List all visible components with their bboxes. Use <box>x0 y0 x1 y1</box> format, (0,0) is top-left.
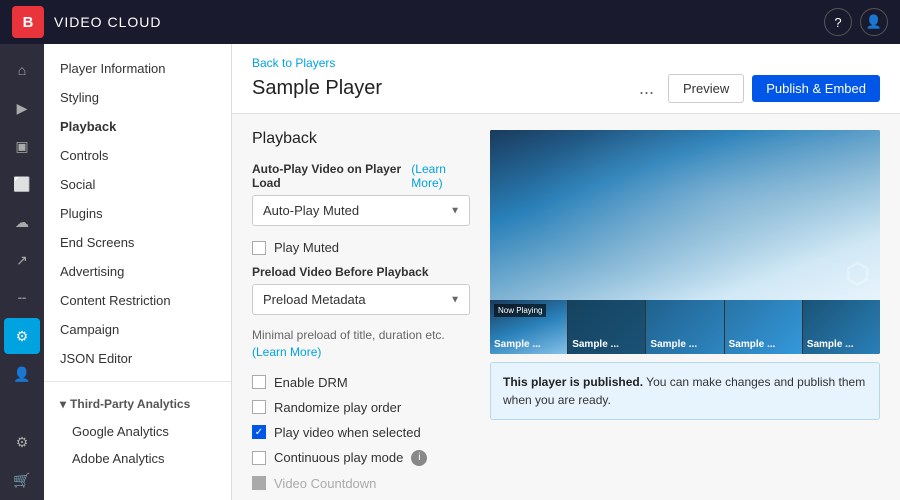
video-overlay <box>490 130 880 300</box>
nav-home-icon[interactable]: ⌂ <box>4 52 40 88</box>
continuous-play-label: Continuous play mode <box>274 450 403 465</box>
thumb-2-label: Sample ... <box>572 339 619 350</box>
sidebar-item-plugins[interactable]: Plugins <box>44 199 231 228</box>
nav-player-icon[interactable]: ⚙ <box>4 318 40 354</box>
thumb-item-5[interactable]: Sample ... <box>803 300 880 354</box>
autoplay-label: Auto-Play Video on Player Load (Learn Mo… <box>252 162 470 190</box>
content-body: Playback Auto-Play Video on Player Load … <box>232 114 900 500</box>
thumb-item-3[interactable]: Sample ... <box>646 300 724 354</box>
randomize-checkbox[interactable] <box>252 400 266 414</box>
published-strong-text: This player is published. <box>503 375 643 389</box>
nav-cart-icon[interactable]: 🛒 <box>4 462 40 498</box>
third-party-analytics-header: ▾ Third-Party Analytics <box>44 390 231 418</box>
sidebar-item-player-information[interactable]: Player Information <box>44 54 231 83</box>
header-actions: ... Preview Publish & Embed <box>633 74 880 103</box>
preload-learn-more-link[interactable]: (Learn More) <box>252 345 321 359</box>
now-playing-badge: Now Playing <box>494 304 546 317</box>
sidebar: Player Information Styling Playback Cont… <box>44 44 232 500</box>
nav-folder-icon[interactable]: ▣ <box>4 128 40 164</box>
randomize-label: Randomize play order <box>274 400 401 415</box>
sidebar-item-playback[interactable]: Playback <box>44 112 231 141</box>
nav-box-icon[interactable]: ⬜ <box>4 166 40 202</box>
thumb-3-label: Sample ... <box>650 339 697 350</box>
brand-logo: B <box>12 6 44 38</box>
continuous-play-info-icon[interactable]: i <box>411 450 427 466</box>
preload-select-wrapper: Preload Metadata Preload Auto Preload No… <box>252 284 470 315</box>
sidebar-item-advertising[interactable]: Advertising <box>44 257 231 286</box>
preload-hint-text: Minimal preload of title, duration etc. … <box>252 327 470 361</box>
autoplay-select-wrapper: Auto-Play Muted Auto-Play Do Not Auto-Pl… <box>252 195 470 226</box>
preload-select[interactable]: Preload Metadata Preload Auto Preload No… <box>252 284 470 315</box>
user-menu-button[interactable]: 👤 <box>860 8 888 36</box>
nav-user-icon[interactable]: 👤 <box>4 356 40 392</box>
video-player-container: ⬡ Now Playing Sample ... Sample ... <box>490 130 880 354</box>
thumb-item-2[interactable]: Sample ... <box>568 300 646 354</box>
autoplay-select[interactable]: Auto-Play Muted Auto-Play Do Not Auto-Pl… <box>252 195 470 226</box>
playback-section-title: Playback <box>252 130 470 148</box>
autoplay-field-group: Auto-Play Video on Player Load (Learn Mo… <box>252 162 470 226</box>
sidebar-item-controls[interactable]: Controls <box>44 141 231 170</box>
content-header: Back to Players Sample Player ... Previe… <box>232 44 900 114</box>
preload-field-group: Preload Video Before Playback Preload Me… <box>252 265 470 361</box>
autoplay-learn-more-link[interactable]: (Learn More) <box>411 162 470 190</box>
nav-cloud-icon[interactable]: ☁ <box>4 204 40 240</box>
thumb-item-4[interactable]: Sample ... <box>725 300 803 354</box>
sidebar-item-google-analytics[interactable]: Google Analytics <box>44 418 231 445</box>
video-thumbnails: Now Playing Sample ... Sample ... Sample <box>490 300 880 354</box>
thumb-4-label: Sample ... <box>729 339 776 350</box>
sidebar-item-end-screens[interactable]: End Screens <box>44 228 231 257</box>
video-countdown-checkbox[interactable] <box>252 476 266 490</box>
nav-analytics-icon[interactable]: ╌ <box>4 280 40 316</box>
play-muted-row: Play Muted <box>252 240 470 255</box>
thumb-item-1[interactable]: Now Playing Sample ... <box>490 300 568 354</box>
preload-label: Preload Video Before Playback <box>252 265 470 279</box>
thumb-5-label: Sample ... <box>807 339 854 350</box>
play-muted-checkbox[interactable] <box>252 241 266 255</box>
preview-button[interactable]: Preview <box>668 74 744 103</box>
thumb-1-label: Sample ... <box>494 339 541 350</box>
continuous-play-checkbox[interactable] <box>252 451 266 465</box>
help-button[interactable]: ? <box>824 8 852 36</box>
app-title: VIDEO CLOUD <box>54 14 161 30</box>
content-area: Back to Players Sample Player ... Previe… <box>232 44 900 500</box>
nav-video-icon[interactable]: ▶ <box>4 90 40 126</box>
back-to-players-link[interactable]: Back to Players <box>252 56 880 70</box>
sidebar-item-styling[interactable]: Styling <box>44 83 231 112</box>
nav-share-icon[interactable]: ↗ <box>4 242 40 278</box>
enable-drm-row: Enable DRM <box>252 375 470 390</box>
video-logo: ⬡ <box>846 257 870 290</box>
enable-drm-checkbox[interactable] <box>252 375 266 389</box>
play-when-selected-checkbox[interactable] <box>252 425 266 439</box>
page-title-row: Sample Player ... Preview Publish & Embe… <box>252 74 880 103</box>
video-countdown-row: Video Countdown <box>252 476 470 491</box>
sidebar-item-campaign[interactable]: Campaign <box>44 315 231 344</box>
navbar: B VIDEO CLOUD ? 👤 <box>0 0 900 44</box>
chevron-down-icon: ▾ <box>60 397 66 411</box>
video-countdown-label: Video Countdown <box>274 476 376 491</box>
more-options-button[interactable]: ... <box>633 76 660 101</box>
sidebar-item-social[interactable]: Social <box>44 170 231 199</box>
sidebar-item-content-restriction[interactable]: Content Restriction <box>44 286 231 315</box>
nav-settings-icon[interactable]: ⚙ <box>4 424 40 460</box>
form-panel: Playback Auto-Play Video on Player Load … <box>252 130 490 500</box>
sidebar-item-json-editor[interactable]: JSON Editor <box>44 344 231 373</box>
published-notice: This player is published. You can make c… <box>490 362 880 420</box>
preview-panel: ⬡ Now Playing Sample ... Sample ... <box>490 130 880 500</box>
enable-drm-label: Enable DRM <box>274 375 348 390</box>
play-muted-label: Play Muted <box>274 240 339 255</box>
sidebar-item-adobe-analytics[interactable]: Adobe Analytics <box>44 445 231 472</box>
video-main-display: ⬡ <box>490 130 880 300</box>
main-layout: ⌂ ▶ ▣ ⬜ ☁ ↗ ╌ ⚙ 👤 ⚙ 🛒 Player Information… <box>0 44 900 500</box>
randomize-row: Randomize play order <box>252 400 470 415</box>
publish-embed-button[interactable]: Publish & Embed <box>752 75 880 102</box>
icon-bar: ⌂ ▶ ▣ ⬜ ☁ ↗ ╌ ⚙ 👤 ⚙ 🛒 <box>0 44 44 500</box>
continuous-play-row: Continuous play mode i <box>252 450 470 466</box>
page-title: Sample Player <box>252 77 382 100</box>
play-when-selected-row: Play video when selected <box>252 425 470 440</box>
play-when-selected-label: Play video when selected <box>274 425 421 440</box>
